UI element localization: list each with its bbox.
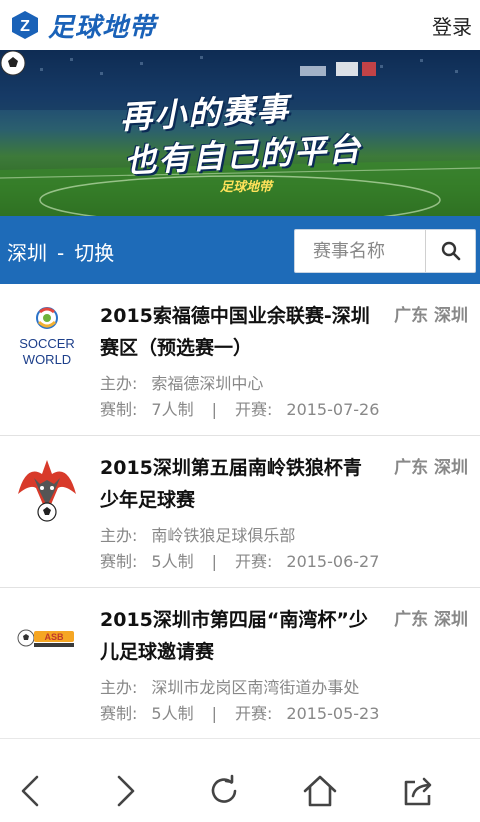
host-value: 索福德深圳中心 <box>151 374 264 393</box>
login-link[interactable]: 登录 <box>432 11 472 40</box>
logo-hexagon-icon: Z <box>12 11 38 39</box>
football-icon <box>0 50 26 76</box>
svg-text:ASB: ASB <box>44 632 64 642</box>
event-region: 广东 深圳 <box>394 306 468 326</box>
meta-divider: | <box>211 704 217 723</box>
event-region: 广东 深圳 <box>394 610 468 630</box>
asb-logo: ASB <box>17 629 74 647</box>
search-icon <box>441 241 460 261</box>
refresh-icon <box>211 774 237 803</box>
back-button[interactable] <box>10 771 50 811</box>
refresh-button[interactable] <box>204 771 244 811</box>
promo-banner[interactable]: 再小的赛事 也有自己的平台 足球地带 <box>0 50 480 216</box>
city-switch-link[interactable]: 切换 <box>74 241 114 265</box>
back-arrow-icon <box>21 775 39 807</box>
host-value: 深圳市龙岗区南湾街道办事处 <box>151 678 360 697</box>
format-value: 5人制 <box>151 552 194 571</box>
search-box <box>294 229 476 273</box>
forward-arrow-icon <box>117 775 135 807</box>
city-bar: 深圳 - 切换 <box>0 216 480 284</box>
event-host: 主办: 深圳市龙岗区南湾街道办事处 <box>100 674 359 698</box>
event-region: 广东 深圳 <box>394 458 468 478</box>
format-label: 赛制: <box>100 400 138 419</box>
home-icon <box>303 775 337 807</box>
start-date: 2015-05-23 <box>286 704 380 723</box>
start-label: 开赛: <box>234 704 273 723</box>
event-host: 主办: 索福德深圳中心 <box>100 370 263 394</box>
home-button[interactable] <box>300 771 340 811</box>
event-format: 赛制: 5人制 | 开赛: 2015-05-23 <box>100 700 379 724</box>
site-logo[interactable]: Z 足球地带 <box>10 9 157 43</box>
top-header: Z 足球地带 登录 <box>0 0 480 50</box>
logo-text: 足球地带 <box>48 12 157 43</box>
start-date: 2015-06-27 <box>286 552 380 571</box>
current-city: 深圳 <box>7 241 47 265</box>
share-icon <box>404 777 432 806</box>
start-label: 开赛: <box>234 552 273 571</box>
host-label: 主办: <box>100 374 138 393</box>
event-list: SOCCER WORLD 2015索福德中国业余联赛-深圳赛区（预选赛一） 广东… <box>0 284 480 740</box>
share-button[interactable] <box>398 771 438 811</box>
host-label: 主办: <box>100 526 138 545</box>
host-value: 南岭铁狼足球俱乐部 <box>151 526 296 545</box>
host-label: 主办: <box>100 678 138 697</box>
start-label: 开赛: <box>234 400 273 419</box>
meta-divider: | <box>211 552 217 571</box>
event-host: 主办: 南岭铁狼足球俱乐部 <box>100 522 295 546</box>
event-title[interactable]: 2015深圳市第四届“南湾杯”少儿足球邀请赛 <box>100 604 376 668</box>
event-format: 赛制: 5人制 | 开赛: 2015-06-27 <box>100 548 379 572</box>
svg-text:SOCCER: SOCCER <box>19 336 75 351</box>
format-value: 7人制 <box>151 400 194 419</box>
svg-text:Z: Z <box>20 18 30 35</box>
browser-toolbar <box>0 738 480 822</box>
meta-divider: | <box>211 400 217 419</box>
forward-button[interactable] <box>106 771 146 811</box>
city-separator: - <box>57 241 65 265</box>
banner-brand: 足球地带 <box>220 180 273 195</box>
svg-text:WORLD: WORLD <box>23 352 71 367</box>
format-value: 5人制 <box>151 704 194 723</box>
search-input[interactable] <box>295 230 427 272</box>
event-title[interactable]: 2015深圳第五届南岭铁狼杯青少年足球赛 <box>100 452 376 516</box>
list-item[interactable]: SOCCER WORLD 2015索福德中国业余联赛-深圳赛区（预选赛一） 广东… <box>0 284 480 436</box>
event-format: 赛制: 7人制 | 开赛: 2015-07-26 <box>100 396 379 420</box>
format-label: 赛制: <box>100 704 138 723</box>
event-title[interactable]: 2015索福德中国业余联赛-深圳赛区（预选赛一） <box>100 300 376 364</box>
wolf-logo <box>18 460 76 522</box>
list-item[interactable]: ASB 2015深圳市第四届“南湾杯”少儿足球邀请赛 广东 深圳 主办: 深圳市龙… <box>0 588 480 740</box>
start-date: 2015-07-26 <box>286 400 380 419</box>
list-item[interactable]: 2015深圳第五届南岭铁狼杯青少年足球赛 广东 深圳 主办: 南岭铁狼足球俱乐部 … <box>0 436 480 588</box>
search-button[interactable] <box>425 230 475 272</box>
format-label: 赛制: <box>100 552 138 571</box>
soccer-world-logo: SOCCER WORLD <box>19 307 75 367</box>
city-selector[interactable]: 深圳 - 切换 <box>7 237 114 266</box>
